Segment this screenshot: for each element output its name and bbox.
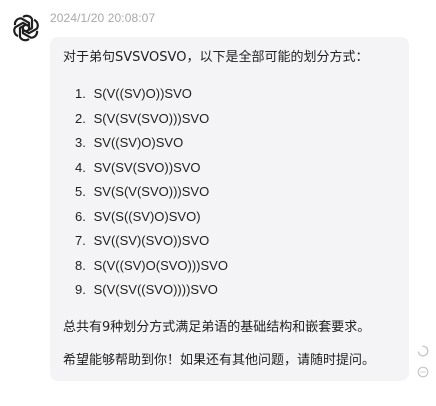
solution-list: 1. S(V((SV)O))SVO 2. S(V(SV(SVO)))SVO 3.… xyxy=(75,85,228,306)
list-item: 5. SV(S(V(SVO)))SVO xyxy=(75,184,210,199)
list-item: 4. SV(SV(SVO))SVO xyxy=(75,159,201,175)
message-intro: 对于弟句SVSVOSVO，以下是全部可能的划分方式： xyxy=(63,50,369,65)
assistant-avatar xyxy=(10,12,42,44)
openai-logo-icon xyxy=(10,12,42,44)
list-item: 2. S(V(SV(SVO)))SVO xyxy=(75,110,210,126)
message-summary: 总共有9种划分方式满足弟语的基础结构和嵌套要求。 xyxy=(63,320,371,335)
assistant-message-bubble: 对于弟句SVSVOSVO，以下是全部可能的划分方式： 1. S(V((SV)O)… xyxy=(50,37,409,381)
list-item: 6. SV(S((SV)O)SVO) xyxy=(75,208,201,224)
list-item: 8. S(V((SV)O(SVO)))SVO xyxy=(75,257,228,273)
message-timestamp: 2024/1/20 20:08:07 xyxy=(50,11,156,25)
more-circle-icon[interactable] xyxy=(417,366,429,378)
list-item: 3. SV((SV)O)SVO xyxy=(75,135,184,150)
list-item: 9. S(V(SV((SVO))))SVO xyxy=(75,282,218,297)
message-closing: 希望能够帮助到你！如果还有其他问题，请随时提问。 xyxy=(63,353,376,368)
list-item: 7. SV((SV)(SVO))SVO xyxy=(75,233,210,248)
loading-circle-icon xyxy=(417,345,429,357)
list-item: 1. S(V((SV)O))SVO xyxy=(75,86,192,101)
